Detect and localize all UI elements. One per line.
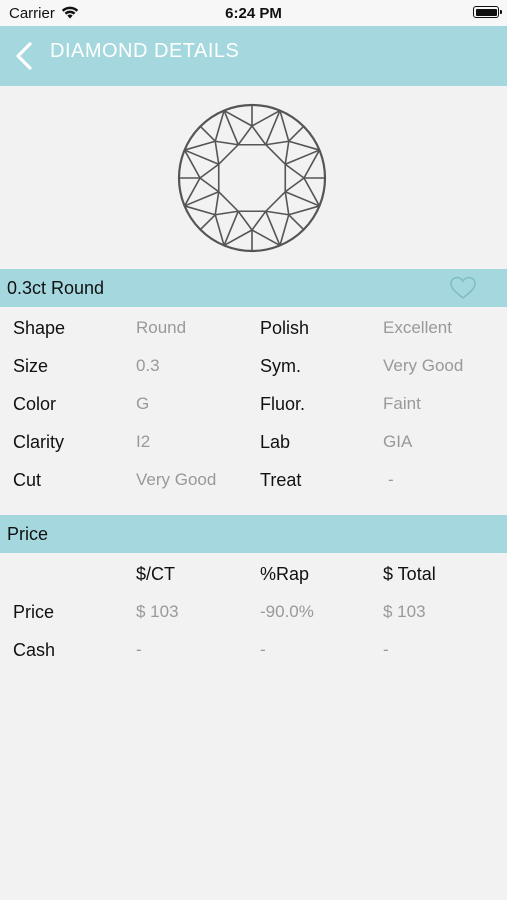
back-chevron-icon[interactable] <box>12 40 38 72</box>
detail-value: I2 <box>136 432 151 451</box>
diamond-summary-title: 0.3ct Round <box>7 278 105 298</box>
detail-key: Lab <box>260 432 291 452</box>
detail-row: Size 0.3 Sym. Very Good <box>0 356 507 394</box>
cash-row: Cash - - - <box>0 640 507 678</box>
detail-value: Very Good <box>136 470 217 489</box>
detail-row: Color G Fluor. Faint <box>0 394 507 432</box>
detail-row: Shape Round Polish Excellent <box>0 318 507 356</box>
price-table-header: $/CT %Rap $ Total <box>0 564 507 602</box>
cash-rap-value: - <box>260 640 266 659</box>
price-total-value: $ 103 <box>383 602 426 621</box>
price-row-label: Price <box>13 602 55 622</box>
detail-row: Clarity I2 Lab GIA <box>0 432 507 470</box>
price-rap-value: -90.0% <box>260 602 314 621</box>
detail-value: - <box>388 470 394 489</box>
round-diamond-icon <box>177 103 327 253</box>
price-section-bar: Price <box>0 515 507 553</box>
navigation-bar: DIAMOND DETAILS <box>0 26 507 86</box>
battery-icon <box>473 6 502 18</box>
detail-key: Polish <box>260 318 310 338</box>
page-title: DIAMOND DETAILS <box>50 40 240 62</box>
clock: 6:24 PM <box>225 5 282 22</box>
detail-key: Size <box>13 356 49 376</box>
price-row: Price $ 103 -90.0% $ 103 <box>0 602 507 640</box>
summary-bar: 0.3ct Round <box>0 269 507 307</box>
price-section-title: Price <box>7 524 49 544</box>
cash-total-value: - <box>383 640 389 659</box>
detail-key: Treat <box>260 470 302 490</box>
column-header-per-ct: $/CT <box>136 564 176 584</box>
detail-key: Clarity <box>13 432 65 452</box>
column-header-rap: %Rap <box>260 564 310 584</box>
detail-key: Color <box>13 394 57 414</box>
detail-key: Cut <box>13 470 42 490</box>
diamond-image-area <box>0 86 507 270</box>
detail-key: Fluor. <box>260 394 306 414</box>
detail-key: Shape <box>13 318 66 338</box>
cash-row-label: Cash <box>13 640 56 660</box>
price-per-ct-value: $ 103 <box>136 602 179 621</box>
detail-value: Faint <box>383 394 421 413</box>
detail-row: Cut Very Good Treat - <box>0 470 507 508</box>
heart-icon[interactable] <box>449 275 477 301</box>
detail-value: Very Good <box>383 356 464 375</box>
column-header-total: $ Total <box>383 564 436 584</box>
detail-value: Round <box>136 318 187 337</box>
detail-value: Excellent <box>383 318 452 337</box>
detail-key: Sym. <box>260 356 302 376</box>
detail-value: G <box>136 394 150 413</box>
cash-per-ct-value: - <box>136 640 142 659</box>
detail-value: 0.3 <box>136 356 160 375</box>
status-bar: Carrier 6:24 PM <box>0 0 507 26</box>
detail-value: GIA <box>383 432 413 451</box>
